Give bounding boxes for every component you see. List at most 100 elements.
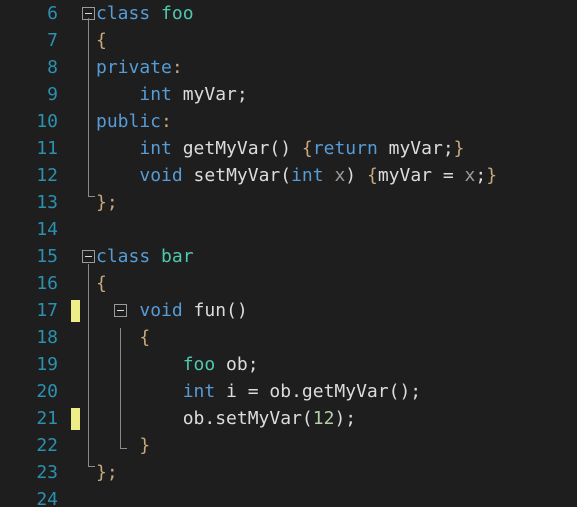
- token-punct: [96, 165, 139, 186]
- token-punct: [150, 246, 161, 267]
- code-line[interactable]: 6 class foo: [0, 0, 577, 27]
- token-brace: :: [171, 57, 183, 78]
- code-line[interactable]: 10 public:: [0, 108, 577, 135]
- line-number: 16: [36, 273, 58, 294]
- token-punct: [96, 327, 139, 348]
- line-number: 21: [36, 408, 58, 429]
- token-kw: void: [139, 165, 183, 186]
- code-text: }: [96, 432, 150, 459]
- line-number: 22: [36, 435, 58, 456]
- token-punct: [324, 165, 335, 186]
- token-ident: );: [334, 408, 357, 429]
- line-number: 23: [36, 462, 58, 483]
- token-type: foo: [161, 3, 194, 24]
- token-brace: }: [486, 165, 498, 186]
- token-punct: [96, 408, 183, 429]
- token-brace: {: [96, 273, 107, 294]
- code-editor[interactable]: 6 class foo 7{8 private: 9 int myVar; 10 publi…: [0, 0, 577, 507]
- token-brace: {: [366, 165, 378, 186]
- token-ident: fun(): [182, 300, 248, 321]
- line-number: 13: [36, 192, 58, 213]
- token-num: 12: [312, 408, 335, 429]
- token-kw: public: [96, 111, 162, 132]
- token-brace: }: [139, 435, 151, 456]
- code-line[interactable]: 20 int i = ob.getMyVar();: [0, 378, 577, 405]
- token-ident: ;: [475, 165, 487, 186]
- code-text: };: [96, 459, 118, 486]
- line-number: 11: [36, 138, 58, 159]
- token-kw: int: [291, 165, 324, 186]
- code-text: {: [96, 270, 107, 297]
- code-line[interactable]: 14: [0, 216, 577, 243]
- code-line[interactable]: 15 class bar: [0, 243, 577, 270]
- line-number: 6: [47, 3, 58, 24]
- line-number: 14: [36, 219, 58, 240]
- token-punct: [96, 381, 183, 402]
- code-text: int getMyVar() {return myVar;}: [96, 135, 465, 162]
- code-line[interactable]: 7{: [0, 27, 577, 54]
- token-brace: {: [96, 30, 107, 51]
- token-ident: getMyVar(): [171, 138, 302, 159]
- token-param: x: [334, 165, 346, 186]
- token-ident: myVar =: [377, 165, 465, 186]
- code-line[interactable]: 12 void setMyVar(int x) {myVar = x;}: [0, 162, 577, 189]
- code-text: int i = ob.getMyVar();: [96, 378, 421, 405]
- token-brace: }: [453, 138, 465, 159]
- code-text: };: [96, 189, 118, 216]
- token-type: foo: [182, 354, 216, 375]
- indent-guide-terminator: [88, 466, 95, 467]
- code-text: {: [96, 324, 150, 351]
- token-ident: ob;: [215, 354, 259, 375]
- code-line[interactable]: 11 int getMyVar() {return myVar;}: [0, 135, 577, 162]
- token-brace: {: [139, 327, 151, 348]
- token-punct: [96, 84, 139, 105]
- line-number: 7: [47, 30, 58, 51]
- code-line[interactable]: 22 }: [0, 432, 577, 459]
- code-text: int myVar;: [96, 81, 247, 108]
- token-param: x: [464, 165, 476, 186]
- line-number: 17: [36, 300, 58, 321]
- code-line[interactable]: 8 private:: [0, 54, 577, 81]
- token-brace: :: [161, 111, 172, 132]
- token-punct: [96, 138, 139, 159]
- token-ident: setMyVar(: [182, 165, 292, 186]
- token-kw: int: [139, 138, 172, 159]
- token-kw: int: [182, 381, 216, 402]
- line-number: 15: [36, 246, 58, 267]
- code-text: ob.setMyVar(12);: [96, 405, 356, 432]
- code-line[interactable]: 17 void fun(): [0, 297, 577, 324]
- indent-guide: [120, 328, 121, 448]
- token-kw: class: [96, 3, 151, 24]
- token-ident: ob.setMyVar(: [182, 408, 313, 429]
- code-line[interactable]: 13};: [0, 189, 577, 216]
- code-text: class bar: [96, 243, 194, 270]
- code-line[interactable]: 19 foo ob;: [0, 351, 577, 378]
- token-kw: return: [312, 138, 378, 159]
- indent-guide: [88, 18, 89, 196]
- code-line[interactable]: 24: [0, 486, 577, 507]
- change-marker: [71, 300, 80, 322]
- token-ident: ): [345, 165, 367, 186]
- fold-collapse-icon[interactable]: [82, 250, 95, 263]
- token-ident: i = ob.getMyVar();: [215, 381, 422, 402]
- code-line[interactable]: 16 {: [0, 270, 577, 297]
- code-line[interactable]: 18 {: [0, 324, 577, 351]
- line-number: 19: [36, 354, 58, 375]
- code-text: void setMyVar(int x) {myVar = x;}: [96, 162, 497, 189]
- token-punct: [96, 300, 139, 321]
- token-kw: void: [139, 300, 183, 321]
- token-brace: };: [96, 462, 118, 483]
- token-ident: myVar;: [377, 138, 454, 159]
- code-text: void fun(): [96, 297, 248, 324]
- indent-guide-terminator: [88, 196, 95, 197]
- line-number: 24: [36, 489, 58, 507]
- token-brace: };: [96, 192, 118, 213]
- code-line[interactable]: 21 ob.setMyVar(12);: [0, 405, 577, 432]
- code-line[interactable]: 9 int myVar;: [0, 81, 577, 108]
- line-number: 20: [36, 381, 58, 402]
- line-number: 12: [36, 165, 58, 186]
- code-line[interactable]: 23};: [0, 459, 577, 486]
- code-text: private:: [96, 54, 183, 81]
- change-marker: [71, 408, 80, 430]
- line-number: 8: [47, 57, 58, 78]
